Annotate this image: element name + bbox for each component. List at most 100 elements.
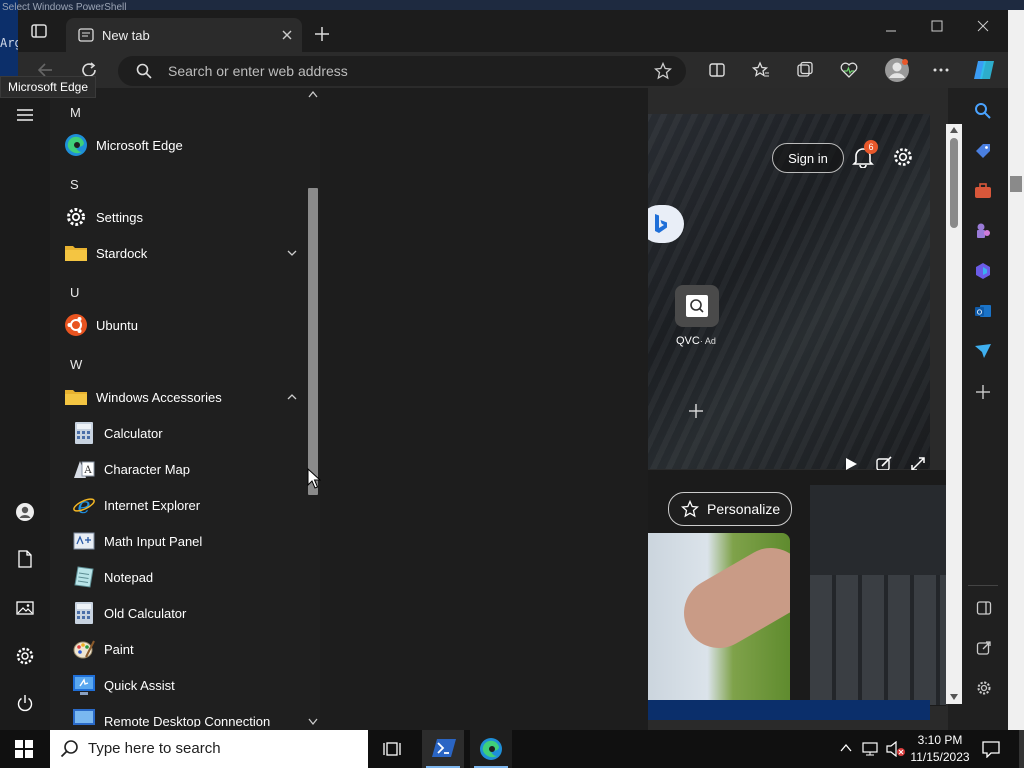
settings-rail-icon[interactable] [15,646,35,666]
add-sidebar-app-icon[interactable] [975,384,991,400]
expand-menu-icon[interactable] [16,108,34,122]
start-list-scrollbar-thumb[interactable] [308,188,318,495]
sign-in-label: Sign in [788,150,828,166]
tools-icon[interactable] [974,182,992,200]
sidebar-divider [968,585,998,586]
profile-avatar[interactable] [884,57,910,83]
app-old-calculator[interactable]: Old Calculator [72,595,304,631]
volume-muted-icon[interactable] [886,741,906,757]
clock[interactable]: 3:10 PM 11/15/2023 [910,733,970,764]
show-hidden-icons-chevron-icon[interactable] [840,743,852,753]
sidebar-search-icon[interactable] [974,102,992,120]
start-list-scrollbar[interactable] [306,88,320,730]
background-window-scrollbar[interactable] [1008,10,1024,730]
scroll-up-arrow[interactable] [308,90,318,98]
app-microsoft-edge[interactable]: Microsoft Edge [64,127,304,163]
address-bar[interactable]: Search or enter web address [118,56,686,86]
add-shortcut-icon[interactable] [688,403,704,419]
notification-center-icon[interactable] [982,740,1000,758]
close-tab-icon[interactable] [280,28,294,42]
taskbar-search-box[interactable]: Type here to search [50,730,368,768]
app-calculator[interactable]: Calculator [72,415,304,451]
sidebar-settings-icon[interactable] [976,680,992,696]
hide-sidebar-icon[interactable] [976,600,992,616]
start-button-windows-icon[interactable] [15,740,33,758]
letter-header-w[interactable]: W [70,357,82,372]
internet-explorer-icon: e [72,493,96,517]
page-settings-gear-icon[interactable] [892,146,914,168]
app-settings[interactable]: Settings [64,199,304,235]
new-tab-button[interactable] [314,26,330,42]
folder-windows-accessories[interactable]: Windows Accessories [64,379,304,415]
favorites-icon[interactable] [752,61,770,79]
open-external-icon[interactable] [976,640,992,656]
scroll-down-arrow[interactable] [308,718,318,726]
letter-header-m[interactable]: M [70,105,81,120]
app-label: Paint [104,641,134,657]
scroll-up-arrow[interactable] [949,126,959,134]
scroll-down-arrow[interactable] [949,693,959,701]
letter-header-u[interactable]: U [70,285,79,300]
app-math-input-panel[interactable]: Math Input Panel [72,523,304,559]
app-quick-assist[interactable]: Quick Assist [72,667,304,703]
browser-toolbar: Search or enter web address [18,52,1008,88]
news-card-image[interactable] [640,533,790,705]
folder-icon [64,241,88,265]
app-paint[interactable]: Paint [72,631,304,667]
personalize-button[interactable]: Personalize [668,492,792,526]
app-label: Microsoft Edge [96,137,183,153]
app-notepad[interactable]: Notepad [72,559,304,595]
tab-actions-icon[interactable] [30,22,48,40]
news-card-image-2[interactable] [810,485,946,705]
chevron-up-icon [286,393,298,401]
app-label: Math Input Panel [104,533,203,549]
games-icon[interactable] [974,222,992,240]
drop-icon[interactable] [974,342,992,360]
character-map-icon: A [72,457,96,481]
outlook-icon[interactable]: O [974,302,992,320]
background-scrollbar-thumb[interactable] [1010,176,1022,192]
news-card-building [810,575,946,705]
notepad-icon [72,565,96,589]
page-scrollbar-thumb[interactable] [950,138,958,228]
favorite-star-icon[interactable] [654,62,672,80]
documents-icon[interactable] [17,550,33,568]
app-label: Notepad [104,569,154,585]
pictures-icon[interactable] [16,600,34,616]
shopping-tag-icon[interactable] [974,142,992,160]
close-window-icon[interactable] [976,19,990,33]
quick-assist-icon [72,673,96,697]
folder-stardock[interactable]: Stardock [64,235,304,271]
sign-in-button[interactable]: Sign in [772,143,844,173]
show-desktop-button[interactable] [1019,730,1024,768]
minimize-icon[interactable] [884,24,898,38]
page-scrollbar[interactable] [946,124,962,704]
tab-new-tab[interactable]: New tab [66,18,302,52]
app-label: Character Map [104,461,190,477]
power-icon[interactable] [16,694,34,712]
qvc-tile[interactable] [675,285,719,327]
user-account-icon[interactable] [15,502,35,522]
network-icon[interactable] [862,741,880,757]
m365-icon[interactable] [974,262,992,280]
browser-essentials-icon[interactable] [840,61,858,79]
edge-icon [479,737,503,761]
taskbar-powershell[interactable] [422,730,464,768]
app-internet-explorer[interactable]: e Internet Explorer [72,487,304,523]
letter-header-s[interactable]: S [70,177,79,192]
start-tiles-area [320,88,648,730]
maximize-icon[interactable] [930,19,944,33]
app-remote-desktop-connection[interactable]: Remote Desktop Connection [72,703,304,727]
taskbar-search-placeholder: Type here to search [88,740,221,757]
qvc-ad-label: · Ad [699,336,716,346]
taskbar-edge[interactable] [470,730,512,768]
collections-icon[interactable] [796,61,814,79]
app-character-map[interactable]: A Character Map [72,451,304,487]
app-ubuntu[interactable]: Ubuntu [64,307,304,343]
play-icon[interactable] [844,457,858,471]
task-view-icon[interactable] [383,740,401,758]
more-options-icon[interactable] [932,61,950,79]
copilot-icon[interactable] [972,57,998,83]
split-screen-icon[interactable] [708,61,726,79]
remote-desktop-icon [72,707,96,727]
